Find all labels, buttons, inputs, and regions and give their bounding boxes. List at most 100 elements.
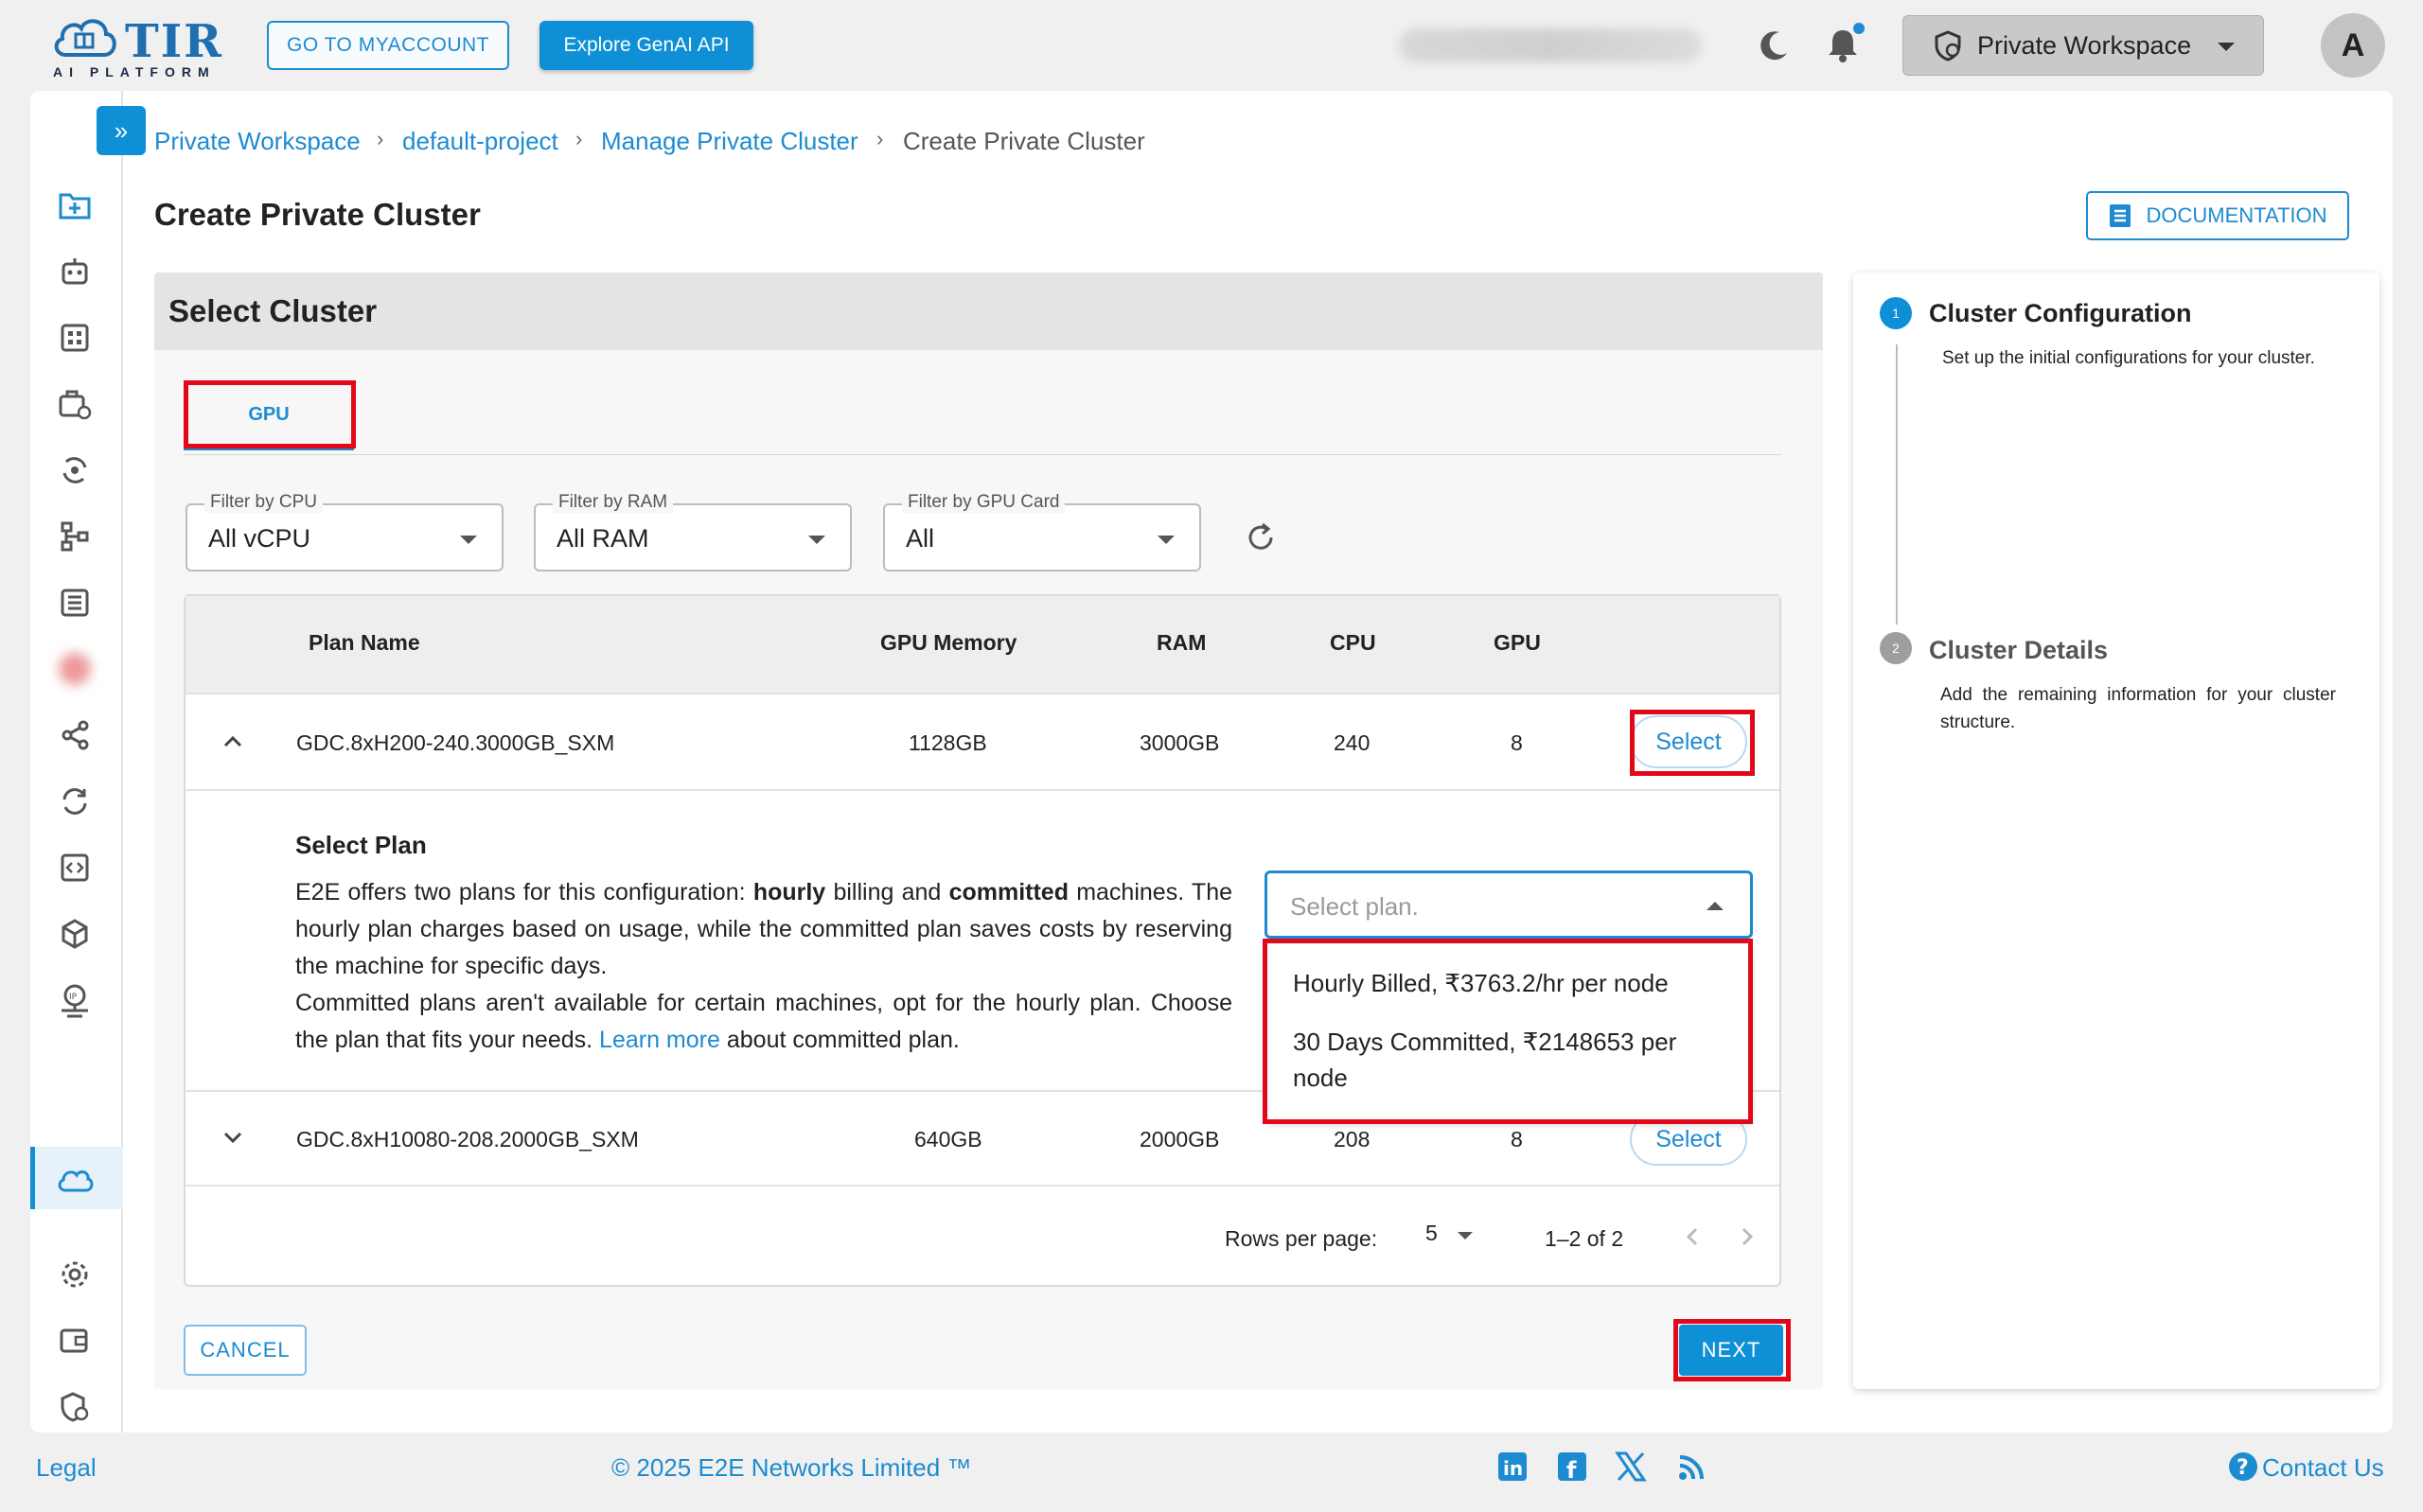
workspace-select[interactable]: Private Workspace — [1902, 15, 2264, 76]
expand-sidebar-button[interactable]: » — [97, 106, 146, 155]
linkedin-icon[interactable]: in — [1497, 1451, 1528, 1482]
contact-us-link[interactable]: Contact Us — [2262, 1453, 2384, 1483]
facebook-icon[interactable]: f — [1557, 1451, 1587, 1484]
stepper-connector — [1896, 344, 1898, 624]
help-icon[interactable]: ? — [2228, 1451, 2258, 1482]
chevron-left-icon[interactable] — [1681, 1222, 1704, 1251]
sidebar-item-pipelines[interactable] — [51, 447, 98, 494]
card-title: Select Cluster — [168, 293, 378, 328]
logo-text: TIR — [125, 15, 224, 68]
filter-cpu-select[interactable]: Filter by CPU All vCPU — [186, 492, 504, 571]
breadcrumb-private-workspace[interactable]: Private Workspace — [154, 127, 361, 156]
learn-more-link[interactable]: Learn more — [599, 1027, 720, 1053]
sidebar-item-registry[interactable] — [51, 579, 98, 626]
x-icon[interactable] — [1615, 1451, 1647, 1482]
cube-icon — [62, 919, 88, 949]
refresh-icon[interactable] — [1244, 520, 1278, 554]
chevron-double-right-icon: » — [114, 115, 129, 145]
sidebar-item-sync[interactable] — [51, 778, 98, 825]
sidebar-item-blurred[interactable] — [51, 645, 98, 693]
chevron-up-icon[interactable] — [220, 729, 246, 755]
robot-icon — [62, 258, 88, 285]
explore-genai-api-button[interactable]: Explore GenAI API — [539, 21, 753, 70]
table-cell-gpu: 8 — [1511, 1127, 1523, 1152]
description-text: about committed plan. — [719, 1027, 960, 1053]
sidebar-item-projects[interactable] — [51, 182, 98, 229]
breadcrumb-default-project[interactable]: default-project — [402, 127, 558, 156]
pagination-range: 1–2 of 2 — [1545, 1226, 1624, 1251]
select-plan-description: E2E offers two plans for this configurat… — [295, 874, 1232, 1059]
avatar[interactable]: A — [2321, 13, 2385, 78]
cloud-logo-icon — [54, 19, 116, 57]
sidebar-item-security[interactable] — [51, 1383, 98, 1431]
hierarchy-icon — [61, 521, 89, 552]
sidebar-item-agents[interactable] — [51, 248, 98, 295]
sidebar-item-private-cluster[interactable] — [51, 1156, 98, 1204]
table-cell-gpu: 8 — [1511, 730, 1523, 755]
bell-icon[interactable] — [1821, 23, 1865, 66]
table-cell-cpu: 240 — [1334, 730, 1371, 755]
caret-down-icon — [1158, 536, 1175, 544]
filter-gpu-card-value: All — [906, 524, 935, 553]
moon-icon[interactable] — [1755, 26, 1793, 64]
rows-per-page-label: Rows per page: — [1225, 1226, 1378, 1251]
breadcrumb-manage-private-cluster[interactable]: Manage Private Cluster — [601, 127, 858, 156]
sidebar-item-endpoints[interactable]: IP — [51, 976, 98, 1024]
tir-logo[interactable]: TIR AI PLATFORM — [49, 11, 229, 81]
go-to-myaccount-button[interactable]: GO TO MYACCOUNT — [267, 21, 509, 70]
rows-per-page-select[interactable]: 5 — [1425, 1221, 1482, 1255]
svg-text:f: f — [1566, 1457, 1577, 1482]
sidebar: IP — [30, 91, 123, 1433]
select-plan-title: Select Plan — [295, 831, 427, 859]
rows-per-page-value: 5 — [1425, 1221, 1438, 1245]
caret-down-icon — [1458, 1232, 1473, 1239]
sidebar-item-jobs[interactable] — [51, 380, 98, 428]
highlight-box — [1630, 710, 1755, 776]
sidebar-item-code[interactable] — [51, 844, 98, 891]
breadcrumb-separator: › — [377, 127, 384, 150]
filter-cpu-value: All vCPU — [208, 524, 311, 553]
filter-ram-select[interactable]: Filter by RAM All RAM — [534, 492, 852, 571]
caret-down-icon — [460, 536, 477, 544]
sidebar-item-dashboard[interactable] — [51, 314, 98, 361]
sidebar-item-models[interactable] — [51, 910, 98, 958]
step-title-cluster-configuration: Cluster Configuration — [1929, 299, 2192, 327]
description-text: billing and — [825, 879, 949, 905]
documentation-button[interactable]: DOCUMENTATION — [2086, 191, 2349, 240]
sidebar-item-workflow[interactable] — [51, 513, 98, 560]
svg-text:in: in — [1503, 1457, 1523, 1480]
grid-icon — [61, 324, 89, 352]
sidebar-item-network[interactable] — [51, 712, 98, 759]
caret-down-icon — [808, 536, 825, 544]
rss-icon[interactable] — [1677, 1453, 1706, 1482]
column-header-ram: RAM — [1157, 630, 1207, 655]
code-box-icon — [61, 853, 89, 882]
page-title: Create Private Cluster — [154, 197, 481, 232]
breadcrumb-separator: › — [876, 127, 884, 150]
sidebar-item-settings[interactable] — [51, 1251, 98, 1298]
stepper-panel — [1853, 273, 2379, 1389]
description-text: E2E offers two plans for this configurat… — [295, 879, 753, 905]
blurred-icon — [59, 653, 91, 685]
copyright-text: © 2025 E2E Networks Limited ™ — [611, 1453, 972, 1482]
filter-ram-label: Filter by RAM — [553, 492, 674, 513]
documentation-label: DOCUMENTATION — [2146, 203, 2327, 227]
column-header-gpu-memory: GPU Memory — [880, 630, 1017, 655]
plan-select-placeholder: Select plan. — [1290, 892, 1419, 921]
document-icon — [2110, 204, 2131, 227]
table-cell-ram: 2000GB — [1140, 1127, 1220, 1152]
caret-up-icon — [1707, 902, 1724, 910]
filter-gpu-card-select[interactable]: Filter by GPU Card All — [883, 492, 1201, 571]
plan-select-input[interactable]: Select plan. — [1265, 870, 1753, 939]
cancel-button[interactable]: CANCEL — [184, 1325, 307, 1376]
description-bold-hourly: hourly — [752, 879, 826, 905]
wallet-icon — [60, 1328, 88, 1353]
legal-link[interactable]: Legal — [36, 1453, 97, 1483]
share-nodes-icon — [62, 720, 89, 750]
chevron-down-icon[interactable] — [220, 1124, 246, 1151]
chevron-right-icon[interactable] — [1736, 1222, 1759, 1251]
highlight-box — [184, 380, 356, 448]
sidebar-item-billing[interactable] — [51, 1317, 98, 1364]
svg-text:IP: IP — [69, 993, 78, 1002]
filter-cpu-label: Filter by CPU — [204, 492, 323, 513]
